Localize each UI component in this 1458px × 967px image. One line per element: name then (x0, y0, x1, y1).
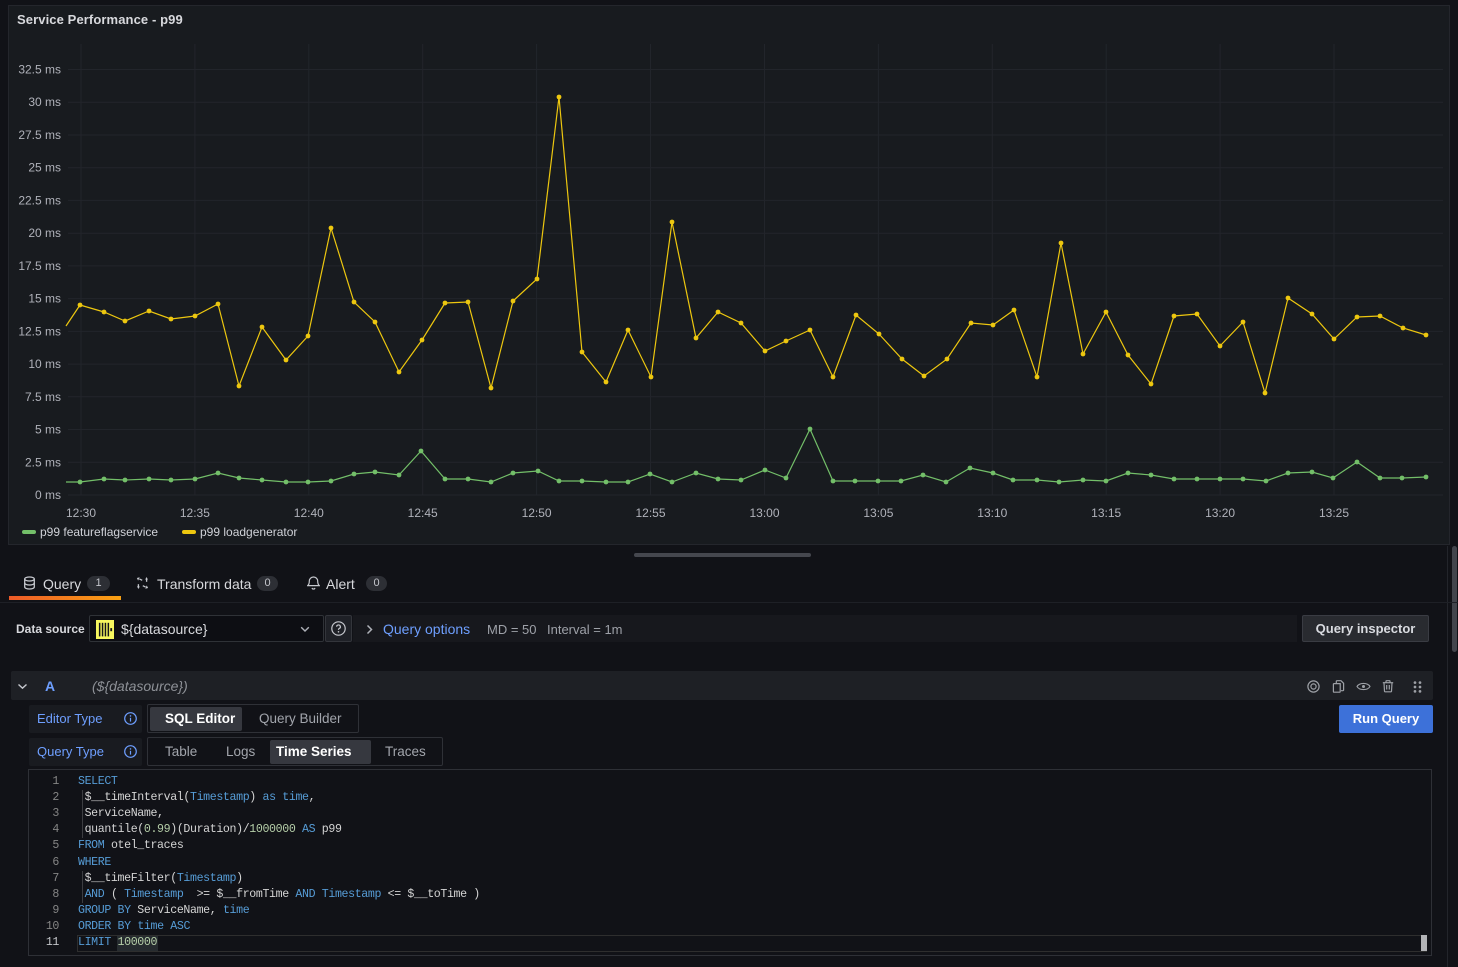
svg-text:0 ms: 0 ms (35, 488, 61, 502)
svg-text:5 ms: 5 ms (35, 423, 61, 437)
svg-text:30 ms: 30 ms (28, 95, 61, 109)
svg-text:7.5 ms: 7.5 ms (25, 390, 61, 404)
svg-text:13:10: 13:10 (977, 506, 1007, 520)
svg-text:22.5 ms: 22.5 ms (18, 193, 61, 207)
svg-text:20 ms: 20 ms (28, 226, 61, 240)
svg-text:15 ms: 15 ms (28, 292, 61, 306)
svg-text:p99 loadgenerator: p99 loadgenerator (200, 525, 297, 539)
svg-text:13:00: 13:00 (749, 506, 779, 520)
svg-text:13:05: 13:05 (863, 506, 893, 520)
svg-text:p99 featureflagservice: p99 featureflagservice (40, 525, 158, 539)
svg-text:13:20: 13:20 (1205, 506, 1235, 520)
svg-text:12:35: 12:35 (180, 506, 210, 520)
svg-text:32.5 ms: 32.5 ms (18, 63, 61, 77)
svg-text:12:40: 12:40 (294, 506, 324, 520)
svg-text:17.5 ms: 17.5 ms (18, 259, 61, 273)
svg-text:13:15: 13:15 (1091, 506, 1121, 520)
svg-text:2.5 ms: 2.5 ms (25, 455, 61, 469)
svg-text:12:45: 12:45 (408, 506, 438, 520)
svg-text:25 ms: 25 ms (28, 161, 61, 175)
svg-text:12.5 ms: 12.5 ms (18, 324, 61, 338)
svg-text:12:55: 12:55 (635, 506, 665, 520)
svg-text:10 ms: 10 ms (28, 357, 61, 371)
svg-text:12:30: 12:30 (66, 506, 96, 520)
svg-text:12:50: 12:50 (522, 506, 552, 520)
svg-text:13:25: 13:25 (1319, 506, 1349, 520)
svg-text:27.5 ms: 27.5 ms (18, 128, 61, 142)
